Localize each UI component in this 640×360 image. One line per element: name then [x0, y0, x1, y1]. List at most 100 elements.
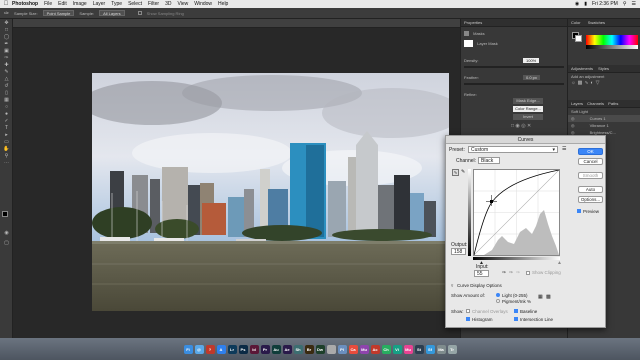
mask-edge-button[interactable]: Mask Edge...	[513, 98, 543, 104]
density-field[interactable]: 100%	[523, 58, 540, 63]
dock-finder-icon[interactable]: Fi	[183, 344, 193, 354]
selection-icon[interactable]: □	[511, 123, 514, 129]
light-radio[interactable]	[496, 293, 500, 297]
wifi-icon[interactable]: ◉	[575, 1, 579, 7]
ok-button[interactable]: OK	[578, 148, 603, 155]
search-icon[interactable]: ⚲	[623, 1, 627, 7]
dock-app-icon[interactable]: Mu	[359, 344, 369, 354]
dock-mail-icon[interactable]: @	[194, 344, 204, 354]
eyedropper-icon[interactable]: ✑	[2, 55, 11, 61]
app-menu[interactable]: Photoshop	[12, 1, 38, 7]
tab-adjustments[interactable]: Adjustments	[571, 66, 593, 71]
feather-field[interactable]: 0.0 px	[523, 75, 540, 80]
grid-small-icon[interactable]: ▦	[538, 294, 543, 300]
preview-checkbox[interactable]	[577, 209, 581, 213]
dock-bridge-icon[interactable]: Br	[304, 344, 314, 354]
vibrance-icon[interactable]: ▽	[596, 80, 602, 86]
layer-item[interactable]: ◎ Curves 1	[568, 115, 640, 122]
marquee-tool-icon[interactable]: □	[2, 27, 11, 33]
smooth-button[interactable]: Smooth	[578, 172, 603, 179]
menu-filter[interactable]: Filter	[148, 1, 159, 7]
white-eyedropper-icon[interactable]: ✑	[516, 270, 520, 276]
dock-app-icon[interactable]	[326, 344, 336, 354]
sample-select[interactable]: All Layers	[99, 10, 125, 16]
tab-paths[interactable]: Paths	[608, 101, 618, 106]
dock-app-icon[interactable]: Sh	[293, 344, 303, 354]
menu-edit[interactable]: Edit	[58, 1, 67, 7]
menu-file[interactable]: File	[44, 1, 52, 7]
black-eyedropper-icon[interactable]: ✑	[502, 270, 506, 276]
apply-mask-icon[interactable]: ◉	[515, 123, 519, 129]
tab-layers[interactable]: Layers	[571, 101, 583, 106]
color-spectrum[interactable]	[586, 35, 638, 45]
gradient-tool-icon[interactable]: ▦	[2, 97, 11, 103]
curve-graph[interactable]	[473, 169, 560, 256]
tab-properties[interactable]: Properties	[461, 19, 567, 27]
more-tools-icon[interactable]: ⋯	[2, 160, 11, 166]
menu-view[interactable]: View	[178, 1, 189, 7]
brush-tool-icon[interactable]: ✎	[2, 69, 11, 75]
eraser-tool-icon[interactable]: ▯	[2, 90, 11, 96]
tab-channels[interactable]: Channels	[587, 101, 604, 106]
document-tab[interactable]	[13, 19, 460, 28]
menu-type[interactable]: Type	[111, 1, 122, 7]
dock-lightroom-icon[interactable]: Lr	[227, 344, 237, 354]
white-point-slider[interactable]: ▲	[557, 260, 562, 266]
apple-icon[interactable]: 	[0, 1, 12, 7]
lasso-tool-icon[interactable]: ◯	[2, 34, 11, 40]
canvas-image[interactable]	[92, 73, 449, 311]
dock-app-icon[interactable]: Vi	[392, 344, 402, 354]
type-tool-icon[interactable]: T	[2, 125, 11, 131]
input-field[interactable]: 55	[474, 270, 489, 277]
background-swatch[interactable]	[575, 35, 582, 42]
menu-help[interactable]: Help	[218, 1, 228, 7]
intersection-line-checkbox[interactable]	[514, 317, 518, 321]
show-ring-checkbox[interactable]	[137, 11, 142, 15]
hand-tool-icon[interactable]: ✋	[2, 146, 11, 152]
dock-dreamweaver-icon[interactable]: Dw	[315, 344, 325, 354]
quick-select-tool-icon[interactable]: ✒	[2, 41, 11, 47]
tab-styles[interactable]: Styles	[598, 66, 609, 71]
shape-tool-icon[interactable]: ▭	[2, 139, 11, 145]
healing-tool-icon[interactable]: ✚	[2, 62, 11, 68]
foreground-color-swatch[interactable]	[2, 211, 8, 217]
menu-image[interactable]: Image	[73, 1, 87, 7]
quick-mask-icon[interactable]: ◉	[2, 230, 11, 236]
cancel-button[interactable]: Cancel	[578, 158, 603, 165]
brightness-icon[interactable]: ☼	[571, 80, 578, 86]
dock-trash-icon[interactable]: Tr	[447, 344, 457, 354]
menu-select[interactable]: Select	[128, 1, 142, 7]
curve-tool-icon[interactable]: ∿	[452, 169, 459, 176]
tab-swatches[interactable]: Swatches	[588, 20, 605, 25]
visibility-eye-icon[interactable]: ◎	[571, 123, 575, 128]
pen-tool-icon[interactable]: ✓	[2, 118, 11, 124]
layer-mask-thumb[interactable]	[464, 40, 473, 48]
dock-chrome-icon[interactable]: Ch	[381, 344, 391, 354]
grid-large-icon[interactable]: ▩	[546, 294, 551, 300]
channel-overlays-checkbox[interactable]	[466, 309, 470, 313]
preset-select[interactable]: Custom ▾	[468, 146, 558, 153]
dock-photoshop-icon[interactable]: Ps	[238, 344, 248, 354]
eyedropper-tool-icon[interactable]: ✑	[4, 10, 9, 17]
baseline-checkbox[interactable]	[514, 309, 518, 313]
menu-layer[interactable]: Layer	[93, 1, 106, 7]
output-field[interactable]: 158	[451, 248, 466, 255]
histogram-checkbox[interactable]	[466, 317, 470, 321]
dock-indesign-icon[interactable]: Id	[249, 344, 259, 354]
dock-acrobat-icon[interactable]: Ac	[370, 344, 380, 354]
dialog-title[interactable]: Curves	[446, 136, 605, 144]
preset-menu-icon[interactable]: ☰	[562, 146, 566, 152]
dock-app-icon[interactable]: Ma	[436, 344, 446, 354]
invert-button[interactable]: Invert	[513, 114, 543, 120]
display-options-toggle[interactable]: ▿	[451, 283, 453, 289]
zoom-tool-icon[interactable]: ⚲	[2, 153, 11, 159]
layer-item[interactable]: ◎ Vibrance 1	[568, 122, 640, 129]
gray-eyedropper-icon[interactable]: ✑	[509, 270, 513, 276]
blend-mode-select[interactable]: Soft Light	[568, 108, 640, 115]
dock-help-icon[interactable]: ?	[205, 344, 215, 354]
visibility-eye-icon[interactable]: ◎	[571, 116, 575, 121]
dock-appstore-icon[interactable]: A	[216, 344, 226, 354]
density-slider[interactable]	[464, 66, 564, 68]
menu-3d[interactable]: 3D	[165, 1, 171, 7]
tab-color[interactable]: Color	[571, 20, 581, 25]
